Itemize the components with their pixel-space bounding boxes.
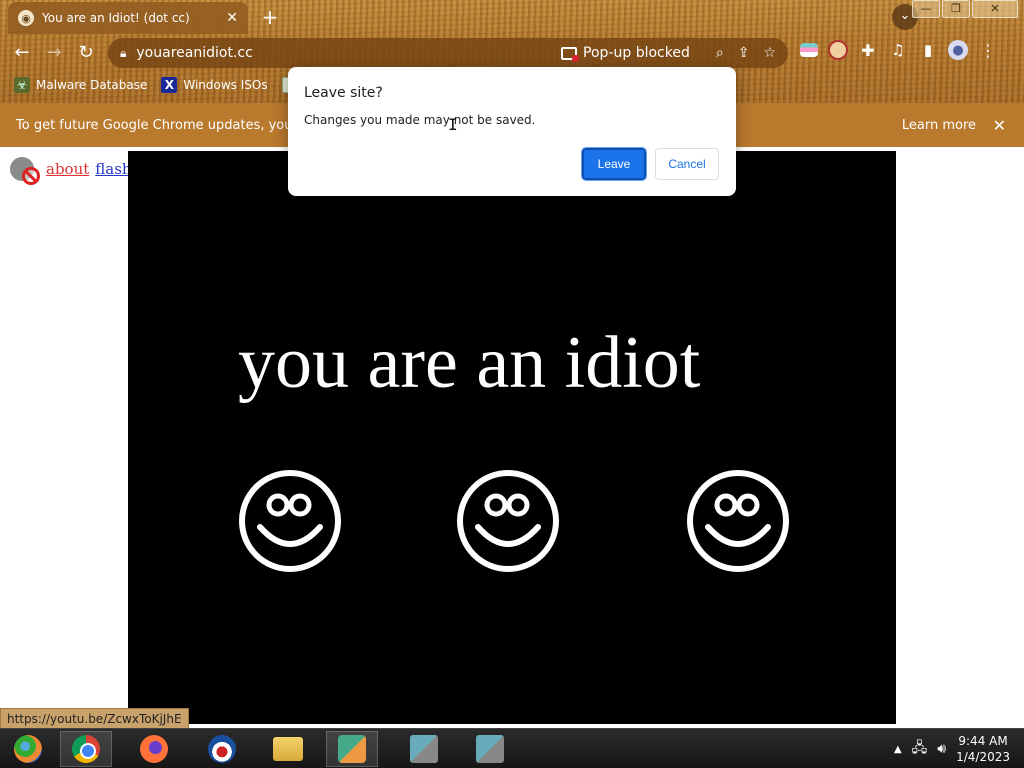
bookmarks-bar: ☣ Malware Database X Windows ISOs — [0, 72, 298, 98]
show-hidden-icons-icon[interactable]: ▲ — [894, 744, 902, 755]
about-link[interactable]: about — [46, 160, 89, 178]
tab-close-button[interactable]: ✕ — [226, 10, 238, 26]
smiley-face-icon — [687, 470, 789, 572]
window-controls: — ❐ ✕ — [912, 0, 1018, 18]
firefox-icon — [140, 735, 168, 763]
flash-link[interactable]: flash — [95, 160, 131, 178]
taskbar: ▲ 🖧︎ 🔊︎ 9:44 AM 1/4/2023 — [0, 728, 1024, 768]
bookmark-malware-database[interactable]: ☣ Malware Database — [14, 77, 147, 93]
campaign-logo-icon — [208, 735, 236, 763]
profile-icon[interactable]: ● — [948, 40, 968, 60]
status-bar-url: https://youtu.be/ZcwxToKjJhE — [0, 708, 189, 730]
learn-more-link[interactable]: Learn more — [902, 118, 976, 133]
dialog-title: Leave site? — [304, 85, 383, 101]
page-content: about flash you are an idiot — [0, 147, 1024, 728]
taskbar-obama[interactable] — [196, 731, 248, 767]
flag-extension-icon[interactable] — [800, 43, 818, 57]
bookmark-windows-isos[interactable]: X Windows ISOs — [161, 77, 268, 93]
taskbar-people-app[interactable] — [326, 731, 378, 767]
restore-button[interactable]: ❐ — [942, 0, 970, 18]
bookmark-star-icon[interactable]: ☆ — [763, 45, 776, 61]
infobar-close-icon[interactable]: ✕ — [993, 116, 1006, 135]
taskbar-setup-1[interactable] — [398, 731, 450, 767]
clock-date: 1/4/2023 — [956, 750, 1010, 764]
popup-blocked-icon — [561, 46, 580, 62]
share-icon[interactable]: ⇪ — [738, 45, 750, 61]
top-links: about flash — [8, 153, 132, 185]
lock-icon[interactable]: 🔒︎ — [120, 46, 126, 61]
tab-title: You are an Idiot! (dot cc) — [42, 11, 190, 25]
side-panel-icon[interactable]: ▮ — [918, 40, 938, 60]
start-button[interactable] — [2, 731, 54, 767]
bookmark-label: Windows ISOs — [183, 78, 268, 92]
system-tray: ▲ 🖧︎ 🔊︎ 9:44 AM 1/4/2023 — [894, 729, 1010, 768]
clock[interactable]: 9:44 AM 1/4/2023 — [956, 733, 1010, 765]
url-text[interactable]: youareanidiot.cc — [136, 45, 561, 61]
network-icon[interactable]: 🖧︎ — [912, 737, 928, 761]
text-cursor-icon: I — [448, 115, 458, 134]
clock-time: 9:44 AM — [958, 734, 1008, 748]
bookmark-label: Malware Database — [36, 78, 148, 92]
window-close-button[interactable]: ✕ — [972, 0, 1018, 18]
globe-icon: ◉ — [18, 10, 34, 26]
leave-button[interactable]: Leave — [581, 147, 647, 181]
browser-tab[interactable]: ◉ You are an Idiot! (dot cc) ✕ — [8, 2, 248, 34]
sound-muted-icon[interactable] — [8, 153, 40, 185]
forward-arrow-icon[interactable]: → — [42, 41, 66, 65]
taskbar-firefox[interactable] — [128, 731, 180, 767]
popup-blocked-indicator[interactable]: Pop-up blocked — [561, 45, 690, 62]
infobar-message: To get future Google Chrome updates, you… — [16, 117, 332, 133]
reload-icon[interactable]: ↻ — [74, 41, 98, 65]
avatar-extension-icon[interactable] — [828, 40, 848, 60]
search-icon[interactable]: ⌕ — [716, 45, 724, 61]
malware-icon: ☣ — [14, 77, 30, 93]
windows-x-icon: X — [161, 77, 178, 93]
media-control-icon[interactable]: ♫ — [888, 40, 908, 60]
address-bar[interactable]: 🔒︎ youareanidiot.cc Pop-up blocked ⌕ ⇪ ☆ — [108, 38, 788, 68]
setup-icon — [476, 735, 504, 763]
start-orb-icon — [14, 735, 42, 763]
chrome-icon — [72, 735, 100, 763]
volume-icon[interactable]: 🔊︎ — [937, 741, 946, 757]
minimize-button[interactable]: — — [912, 0, 940, 18]
smiley-face-icon — [239, 470, 341, 572]
toolbar: ← → ↻ 🔒︎ youareanidiot.cc Pop-up blocked… — [0, 36, 1024, 70]
flash-stage[interactable]: you are an idiot — [128, 151, 896, 724]
new-tab-button[interactable]: + — [258, 6, 282, 30]
more-menu-icon[interactable]: ⋮ — [978, 40, 998, 60]
people-app-icon — [338, 735, 366, 763]
extensions-puzzle-icon[interactable]: ✚ — [858, 40, 878, 60]
headline-text: you are an idiot — [238, 322, 701, 404]
taskbar-explorer[interactable] — [262, 731, 314, 767]
taskbar-chrome[interactable] — [60, 731, 112, 767]
popup-blocked-label: Pop-up blocked — [583, 45, 690, 61]
folder-icon — [273, 737, 303, 761]
taskbar-setup-2[interactable] — [464, 731, 516, 767]
extensions-area: ✚ ♫ ▮ ● ⋮ — [800, 40, 998, 60]
smiley-face-icon — [457, 470, 559, 572]
cancel-button[interactable]: Cancel — [655, 148, 719, 180]
setup-icon — [410, 735, 438, 763]
back-arrow-icon[interactable]: ← — [10, 41, 34, 65]
dialog-message: Changes you made may not be saved. — [304, 113, 536, 127]
leave-site-dialog: Leave site? Changes you made may not be … — [288, 67, 736, 196]
